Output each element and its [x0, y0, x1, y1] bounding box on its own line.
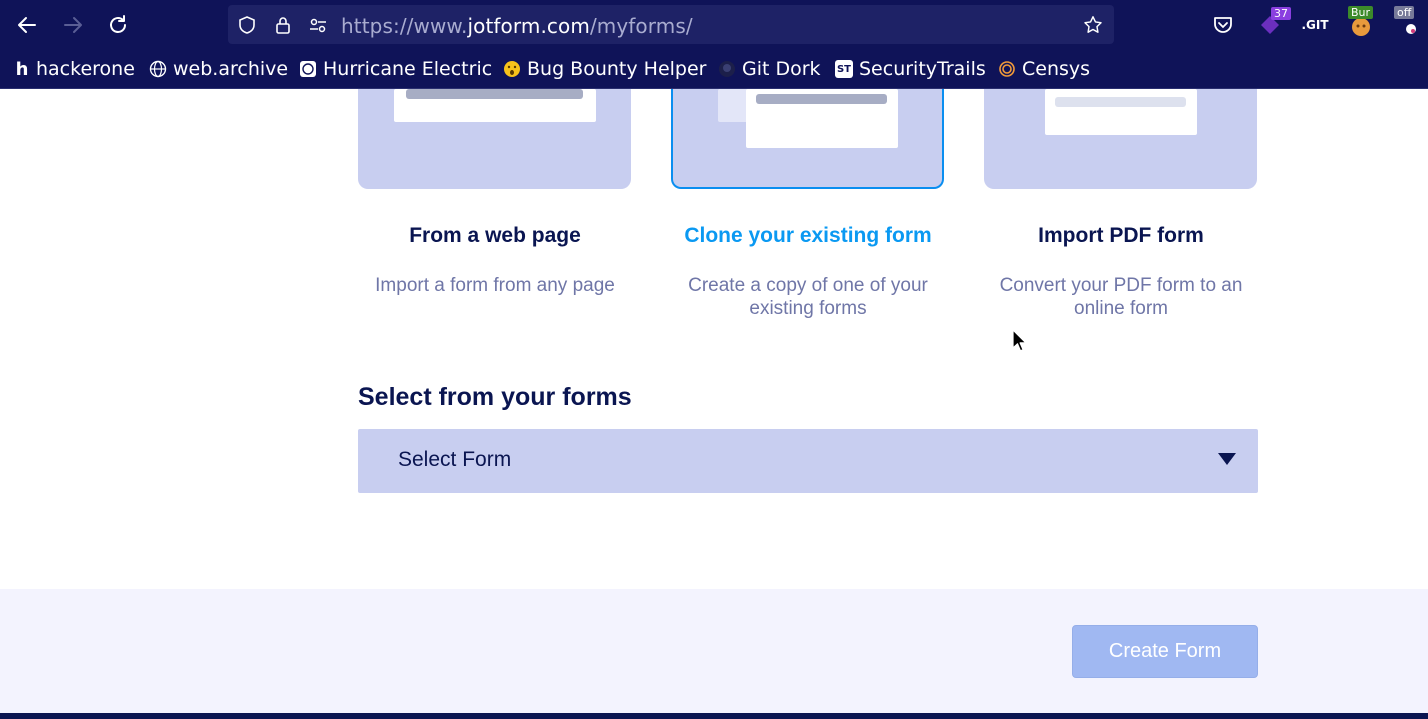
bookmark-label: Censys [1022, 58, 1091, 80]
section-title: Select from your forms [358, 383, 632, 411]
back-arrow-icon [18, 17, 36, 33]
counter-badge: 37 [1271, 7, 1291, 20]
option-title-clone-form[interactable]: Clone your existing form [648, 224, 968, 248]
censys-icon [998, 60, 1016, 78]
bookmark-web-archive[interactable]: web.archive [149, 57, 288, 81]
bookmark-label: Git Dork [742, 58, 821, 80]
forward-button[interactable] [59, 11, 87, 39]
option-desc-import-pdf: Convert your PDF form to an online form [999, 275, 1243, 319]
burp-extension-icon[interactable]: Bur [1346, 6, 1376, 40]
url-path: /myforms/ [589, 14, 693, 38]
site-permissions-icon[interactable] [308, 15, 328, 35]
bookmark-censys[interactable]: Censys [998, 57, 1090, 81]
off-badge: off [1394, 6, 1415, 19]
create-form-button[interactable]: Create Form [1072, 625, 1258, 678]
page-illustration [394, 89, 596, 122]
page-illustration [746, 89, 898, 148]
browser-toolbar: https://www.jotform.com/myforms/ 37 .GIT… [0, 0, 1428, 50]
option-thumbnail-clone-form[interactable] [671, 89, 944, 189]
bookmark-label: SecurityTrails [859, 58, 986, 80]
bookmark-label: web.archive [173, 58, 289, 80]
option-desc-clone-form: Create a copy of one of your existing fo… [688, 275, 928, 319]
illustration-bar [1055, 97, 1186, 107]
globe-icon [149, 60, 167, 78]
select-value: Select Form [398, 448, 512, 471]
bookmark-star-icon[interactable] [1083, 15, 1103, 35]
form-select-dropdown[interactable]: Select Form [358, 429, 1258, 493]
bottom-strip [0, 713, 1428, 719]
bookmark-label: hackerone [36, 58, 135, 80]
forward-arrow-icon [64, 17, 82, 33]
option-thumbnail-web-page[interactable] [358, 89, 631, 189]
github-icon [718, 60, 736, 78]
reload-button[interactable] [104, 11, 132, 39]
bookmark-label: Bug Bounty Helper [527, 58, 707, 80]
bookmark-hackerone[interactable]: h hackerone [14, 57, 135, 81]
proxy-extension-icon[interactable]: off [1394, 6, 1426, 40]
page-illustration [1045, 89, 1197, 135]
url-text[interactable]: https://www.jotform.com/myforms/ [341, 14, 693, 38]
burp-badge: Bur [1348, 6, 1374, 19]
securitytrails-icon: ST [835, 60, 853, 78]
emoji-icon [503, 60, 521, 78]
option-title-import-pdf[interactable]: Import PDF form [961, 224, 1281, 248]
he-icon [299, 60, 317, 78]
url-host: jotform.com [467, 14, 590, 38]
bookmark-securitytrails[interactable]: ST SecurityTrails [835, 57, 986, 81]
address-bar[interactable]: https://www.jotform.com/myforms/ [228, 5, 1114, 44]
hackerone-icon: h [15, 58, 29, 80]
illustration-bar [406, 89, 583, 99]
bookmark-label: Hurricane Electric [323, 58, 493, 80]
option-thumbnail-import-pdf[interactable] [984, 89, 1257, 189]
option-title-web-page[interactable]: From a web page [335, 224, 655, 248]
url-prefix: https://www. [341, 14, 468, 38]
git-extension-label: .GIT [1301, 18, 1329, 32]
git-extension-icon[interactable]: .GIT [1300, 10, 1330, 40]
illustration-bar [756, 94, 887, 104]
bookmark-bug-bounty-helper[interactable]: Bug Bounty Helper [503, 57, 706, 81]
bookmark-git-dork[interactable]: Git Dork [718, 57, 821, 81]
extension-counter-icon[interactable]: 37 [1255, 7, 1291, 40]
lock-icon[interactable] [273, 15, 293, 35]
bookmark-hurricane-electric[interactable]: Hurricane Electric [299, 57, 492, 81]
mouse-pointer-icon [1012, 329, 1027, 352]
pocket-icon[interactable] [1208, 10, 1238, 40]
caret-down-icon [1218, 453, 1236, 465]
reload-icon [110, 15, 126, 33]
option-desc-web-page: Import a form from any page [375, 275, 615, 296]
shield-icon[interactable] [237, 15, 257, 35]
back-button[interactable] [13, 11, 41, 39]
